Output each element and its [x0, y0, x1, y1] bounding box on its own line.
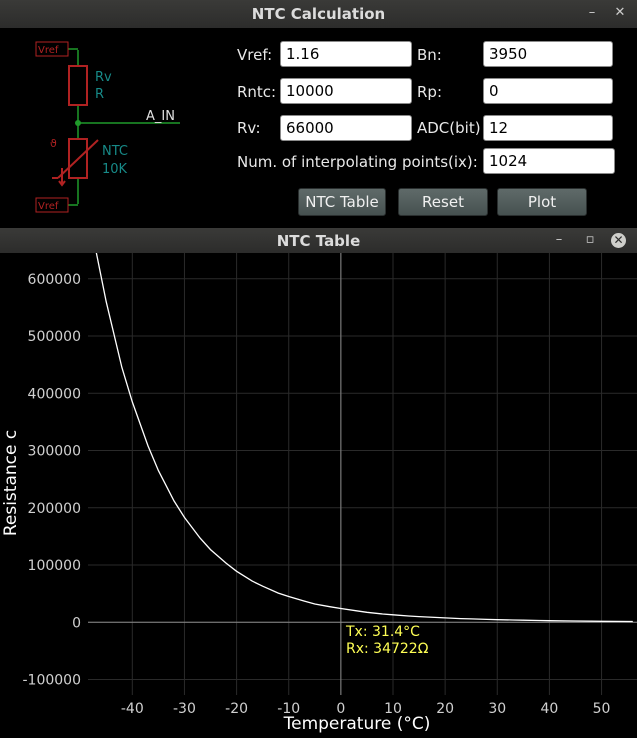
y-tick-label: 0	[72, 615, 81, 631]
ntc-table-button[interactable]: NTC Table	[298, 188, 386, 216]
interpolating-points-input[interactable]	[483, 148, 615, 174]
bn-input[interactable]	[483, 41, 613, 67]
plot-button[interactable]: Plot	[497, 188, 587, 216]
rv-input[interactable]	[280, 115, 412, 141]
x-tick-label: -30	[173, 701, 196, 717]
y-tick-label: 300000	[28, 444, 81, 460]
resistor-rv-symbol	[68, 65, 88, 106]
vref-top-label: Vref	[38, 45, 59, 56]
y-tick-label: -100000	[23, 673, 82, 689]
reset-button[interactable]: Reset	[398, 188, 488, 216]
x-axis-label: Temperature (°C)	[283, 714, 431, 734]
rv-name-label: Rv	[95, 70, 112, 85]
main-titlebar[interactable]: NTC Calculation – ✕	[0, 0, 637, 29]
interpolating-points-label: Num. of interpolating points(ix):	[237, 153, 478, 171]
plot-window-title: NTC Table	[276, 232, 361, 250]
calculation-panel: Vref Vref Rv R A_IN NTC 10K ϑ Vref: Bn: …	[0, 28, 637, 228]
minimize-button[interactable]: –	[583, 4, 601, 22]
plot-area[interactable]: -40 -30 -20 -10 0 10 20 30 40 50 -100000 0 100000 200…	[0, 253, 637, 738]
vref-input[interactable]	[280, 41, 412, 67]
x-tick-label: 20	[436, 701, 454, 717]
adc-bit-label: ADC(bit)	[417, 119, 481, 137]
rntc-input[interactable]	[280, 78, 412, 104]
readout-resistance: Rx: 34722Ω	[346, 641, 429, 657]
vref-label: Vref:	[237, 46, 273, 64]
resistance-curve	[95, 253, 633, 623]
y-axis-label: Resistance c	[1, 430, 21, 536]
rp-input[interactable]	[483, 78, 613, 104]
close-button[interactable]: ✕	[611, 4, 629, 22]
x-tick-label: 40	[540, 701, 558, 717]
y-tick-label: 600000	[28, 272, 81, 288]
ntc-schematic: Vref Vref Rv R A_IN NTC 10K ϑ	[35, 41, 180, 213]
plot-close-button[interactable]: ✕	[611, 233, 626, 248]
rv-label: Rv:	[237, 119, 261, 137]
rntc-label: Rntc:	[237, 83, 277, 101]
rp-label: Rp:	[417, 83, 442, 101]
y-tick-label: 200000	[28, 501, 81, 517]
y-tick-label: 100000	[28, 558, 81, 574]
adc-bit-input[interactable]	[483, 115, 613, 141]
x-tick-label: -40	[121, 701, 144, 717]
ntc-resistance-chart[interactable]: -40 -30 -20 -10 0 10 20 30 40 50-1000000100000200…	[0, 253, 637, 738]
x-tick-label: -20	[225, 701, 248, 717]
plot-minimize-button[interactable]: –	[550, 231, 568, 249]
y-tick-label: 500000	[28, 329, 81, 345]
theta-symbol: ϑ	[50, 137, 57, 150]
readout-temperature: Tx: 31.4°C	[345, 624, 420, 640]
plot-titlebar[interactable]: NTC Table – ▫ ✕	[0, 228, 637, 254]
main-window-title: NTC Calculation	[251, 5, 386, 23]
vref-bottom-label: Vref	[38, 201, 59, 212]
a-in-label: A_IN	[146, 109, 175, 124]
ntc-value-label: 10K	[102, 162, 128, 177]
y-tick-label: 400000	[28, 386, 81, 402]
plot-restore-button[interactable]: ▫	[581, 231, 599, 249]
ntc-name-label: NTC	[102, 144, 128, 159]
rv-value-label: R	[95, 87, 104, 102]
x-tick-label: 30	[488, 701, 506, 717]
x-tick-label: 50	[593, 701, 611, 717]
bn-label: Bn:	[417, 46, 442, 64]
